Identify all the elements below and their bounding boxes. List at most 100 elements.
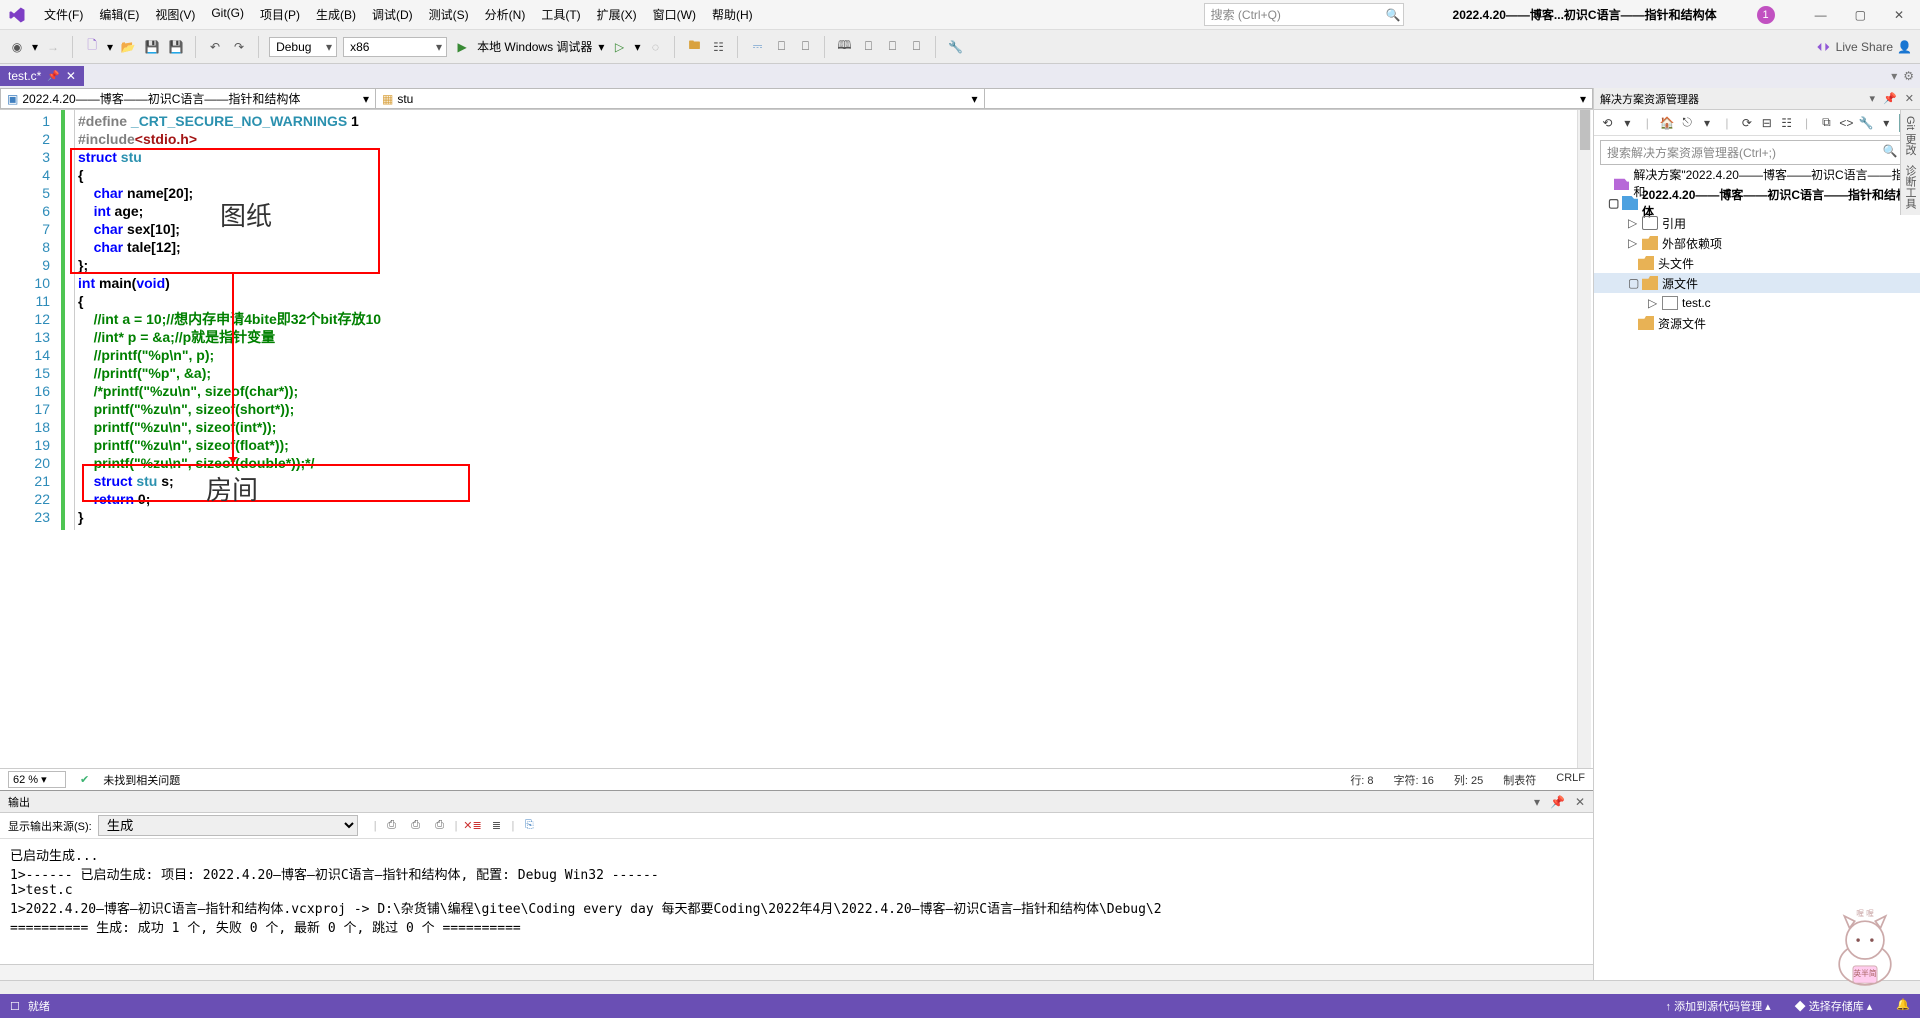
tab-testc[interactable]: test.c* 📌 ✕: [0, 66, 84, 86]
tool-icon-3[interactable]: ☷: [709, 38, 727, 56]
se-tool-view[interactable]: <>: [1839, 114, 1854, 132]
tree-project[interactable]: ▢2022.4.20——博客——初识C语言——指针和结构体: [1594, 193, 1920, 213]
tree-external[interactable]: ▷外部依赖项: [1594, 233, 1920, 253]
start-nodebug-icon[interactable]: ▷: [610, 38, 628, 56]
output-from-combo[interactable]: 生成: [98, 815, 358, 836]
tool-icon-11[interactable]: 🔧: [946, 38, 964, 56]
tool-icon-10[interactable]: ⎕: [907, 38, 925, 56]
open-icon[interactable]: 📂: [119, 38, 137, 56]
menu-item[interactable]: 窗口(W): [647, 2, 702, 27]
menu-item[interactable]: 文件(F): [38, 2, 89, 27]
se-tool-sync[interactable]: ⎋: [1680, 114, 1695, 132]
repo-button[interactable]: ◆ 选择存储库 ▴: [1795, 998, 1873, 1014]
liveshare-user-icon[interactable]: 👤: [1897, 40, 1912, 54]
tab-options-icon[interactable]: ⚙: [1903, 69, 1914, 83]
output-from-label: 显示输出来源(S):: [8, 818, 92, 834]
menu-item[interactable]: 帮助(H): [706, 2, 759, 27]
output-hscroll[interactable]: [0, 964, 1593, 980]
tree-resources[interactable]: 资源文件: [1594, 313, 1920, 333]
platform-combo[interactable]: x86: [343, 37, 447, 57]
scrollbar[interactable]: [1577, 110, 1591, 768]
tab-close-icon[interactable]: ✕: [66, 69, 76, 83]
menu-item[interactable]: 调试(D): [366, 2, 419, 27]
output-tool-2[interactable]: ⎙: [407, 817, 425, 835]
se-tool-wrench[interactable]: 🔧: [1859, 114, 1874, 132]
pin-icon[interactable]: 📌: [47, 71, 59, 82]
rtab-diag[interactable]: 诊断工具: [1903, 165, 1918, 209]
se-tool-props[interactable]: ⧉: [1819, 114, 1834, 132]
redo-icon[interactable]: ↷: [230, 38, 248, 56]
se-tool-collapse[interactable]: ⊟: [1759, 114, 1774, 132]
notification-badge[interactable]: 1: [1757, 6, 1775, 24]
tree-testc[interactable]: ▷test.c: [1594, 293, 1920, 313]
line-gutter: 1234567891011121314151617181920212223: [0, 110, 60, 768]
tool-icon-4[interactable]: ⎓: [748, 38, 766, 56]
output-tool-1[interactable]: ⎙: [383, 817, 401, 835]
start-debug-button[interactable]: ▶: [453, 38, 471, 56]
menu-item[interactable]: 生成(B): [310, 2, 362, 27]
tool-icon-7[interactable]: 🕮: [835, 38, 853, 56]
menu-item[interactable]: 项目(P): [254, 2, 306, 27]
menu-item[interactable]: 扩展(X): [591, 2, 643, 27]
document-tabs: test.c* 📌 ✕ ▾ ⚙: [0, 64, 1920, 88]
output-wrap-icon[interactable]: ≣: [487, 817, 505, 835]
new-project-icon[interactable]: 🗋: [83, 38, 101, 56]
nav-type-combo[interactable]: ▦stu▾: [376, 88, 985, 109]
nav-project-combo[interactable]: ▣2022.4.20——博客——初识C语言——指针和结构体▾: [0, 88, 376, 109]
tool-icon-1[interactable]: ◌: [646, 38, 664, 56]
se-tool-showall[interactable]: ☷: [1779, 114, 1794, 132]
start-debug-label[interactable]: 本地 Windows 调试器: [477, 38, 592, 55]
menu-item[interactable]: 编辑(E): [93, 2, 145, 27]
bell-icon[interactable]: 🔔: [1896, 998, 1910, 1014]
liveshare-button[interactable]: Live Share: [1836, 40, 1893, 54]
save-all-icon[interactable]: 💾: [167, 38, 185, 56]
se-search[interactable]: 搜索解决方案资源管理器(Ctrl+;) 🔍 ▾: [1600, 140, 1914, 165]
vs-logo-icon: [8, 6, 26, 24]
menu-item[interactable]: 视图(V): [149, 2, 201, 27]
tool-icon-8[interactable]: ⎕: [859, 38, 877, 56]
se-tool-refresh[interactable]: ⟳: [1739, 114, 1754, 132]
config-combo[interactable]: Debug: [269, 37, 337, 57]
main-content: ▣2022.4.20——博客——初识C语言——指针和结构体▾ ▦stu▾ ▾ 1…: [0, 88, 1920, 980]
nav-member-combo[interactable]: ▾: [985, 88, 1594, 109]
search-icon[interactable]: 🔍: [1386, 8, 1401, 22]
undo-icon[interactable]: ↶: [206, 38, 224, 56]
tool-icon-9[interactable]: ⎕: [883, 38, 901, 56]
se-tool-back[interactable]: ⟲: [1600, 114, 1615, 132]
se-dropdown-icon[interactable]: ▾: [1870, 92, 1876, 105]
menu-item[interactable]: 测试(S): [423, 2, 475, 27]
maximize-button[interactable]: ▢: [1855, 8, 1866, 22]
se-pin-icon[interactable]: 📌: [1883, 92, 1897, 105]
output-dropdown-icon[interactable]: ▾: [1534, 795, 1540, 809]
solution-tree[interactable]: 解决方案"2022.4.20——博客——初识C语言——指针和 ▢2022.4.2…: [1594, 169, 1920, 337]
output-tool-3[interactable]: ⎙: [431, 817, 449, 835]
menu-item[interactable]: 工具(T): [535, 2, 586, 27]
tool-icon-6[interactable]: ⎕: [796, 38, 814, 56]
nav-fwd-icon[interactable]: →: [44, 38, 62, 56]
se-close-icon[interactable]: ✕: [1905, 92, 1914, 105]
search-box[interactable]: 搜索 (Ctrl+Q): [1204, 3, 1404, 26]
tool-icon-2[interactable]: 🖿: [685, 38, 703, 56]
output-body[interactable]: 已启动生成... 1>------ 已启动生成: 项目: 2022.4.20—博…: [0, 839, 1593, 964]
tab-dropdown-icon[interactable]: ▾: [1891, 69, 1897, 83]
right-tool-tabs[interactable]: Git 更改 诊断工具: [1900, 110, 1920, 215]
source-control-button[interactable]: ↑ 添加到源代码管理 ▴: [1666, 998, 1771, 1014]
tree-headers[interactable]: 头文件: [1594, 253, 1920, 273]
code-body[interactable]: #define _CRT_SECURE_NO_WARNINGS 1#includ…: [60, 110, 1593, 768]
output-close-icon[interactable]: ✕: [1575, 795, 1585, 809]
menu-item[interactable]: 分析(N): [479, 2, 532, 27]
minimize-button[interactable]: ―: [1815, 8, 1827, 22]
rtab-git[interactable]: Git 更改: [1903, 116, 1918, 155]
se-tool-home[interactable]: 🏠: [1660, 114, 1675, 132]
menu-item[interactable]: Git(G): [205, 2, 250, 27]
tool-icon-5[interactable]: ⎕: [772, 38, 790, 56]
tree-source[interactable]: ▢源文件: [1594, 273, 1920, 293]
output-clear-icon[interactable]: ✕≣: [463, 817, 481, 835]
save-icon[interactable]: 💾: [143, 38, 161, 56]
nav-back-icon[interactable]: ◉: [8, 38, 26, 56]
code-editor[interactable]: 1234567891011121314151617181920212223 #d…: [0, 110, 1593, 768]
output-pin-icon[interactable]: 📌: [1550, 795, 1565, 809]
output-tool-4[interactable]: ⎘: [520, 817, 538, 835]
zoom-combo[interactable]: 62 % ▾: [8, 771, 66, 788]
close-button[interactable]: ✕: [1894, 8, 1904, 22]
